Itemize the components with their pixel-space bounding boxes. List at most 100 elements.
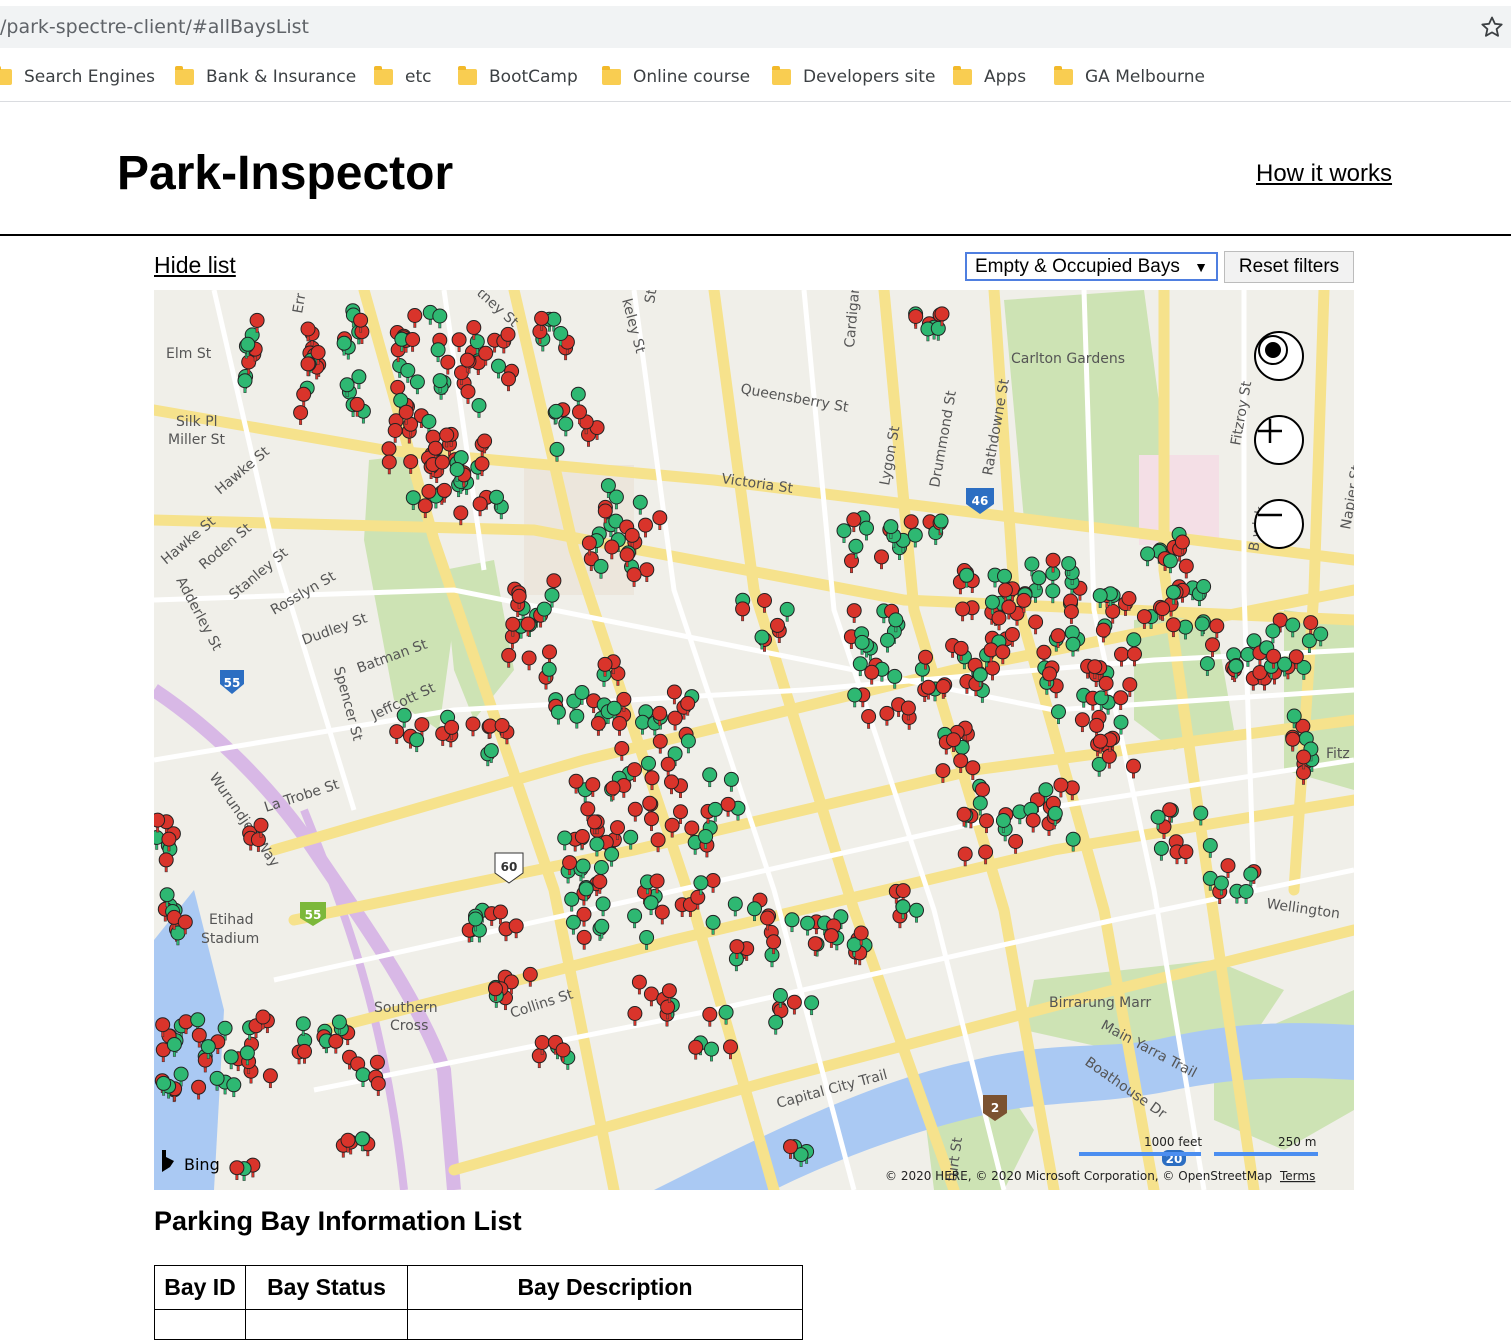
parking-bay-pin[interactable] xyxy=(847,687,863,708)
parking-bay-pin[interactable] xyxy=(879,705,895,726)
parking-bay-pin[interactable] xyxy=(295,1016,311,1036)
parking-bay-pin[interactable] xyxy=(440,354,456,375)
column-header-bay-status[interactable]: Bay Status xyxy=(245,1265,408,1310)
parking-bay-pin[interactable] xyxy=(1220,858,1236,878)
how-it-works-link[interactable]: How it works xyxy=(1256,160,1392,188)
column-header-bay-id[interactable]: Bay ID xyxy=(154,1265,246,1310)
parking-bay-pin[interactable] xyxy=(396,707,412,728)
zoom-in-button[interactable] xyxy=(1254,415,1304,465)
parking-bay-pin[interactable] xyxy=(569,708,585,729)
bookmark-bank-insurance[interactable]: Bank & Insurance xyxy=(175,64,356,90)
bookmark-apps[interactable]: Apps xyxy=(953,64,1026,90)
parking-bay-pin[interactable] xyxy=(565,914,581,935)
url-text[interactable]: /park-spectre-client/#allBaysList xyxy=(0,16,309,38)
parking-bay-pin[interactable] xyxy=(389,724,405,744)
parking-bay-pin[interactable] xyxy=(557,830,573,851)
parking-bay-pin[interactable] xyxy=(612,716,627,736)
parking-bay-pin[interactable] xyxy=(643,986,659,1007)
parking-bay-pin[interactable] xyxy=(1045,583,1061,604)
parking-bay-pin[interactable] xyxy=(859,520,874,541)
parking-bay-pin[interactable] xyxy=(955,601,971,622)
parking-bay-pin[interactable] xyxy=(453,505,469,526)
parking-bay-pin[interactable] xyxy=(409,732,425,753)
parking-bay-pin[interactable] xyxy=(154,812,166,833)
parking-bay-pin[interactable] xyxy=(1153,840,1169,861)
parking-bay-pin[interactable] xyxy=(786,994,802,1015)
parking-bay-pin[interactable] xyxy=(702,767,718,788)
parking-bay-pin[interactable] xyxy=(631,974,647,995)
parking-bay-pin[interactable] xyxy=(508,918,524,939)
reset-filters-button[interactable]: Reset filters xyxy=(1224,251,1354,283)
parking-bay-pin[interactable] xyxy=(223,1049,239,1070)
parking-bay-pin[interactable] xyxy=(666,684,682,705)
parking-bay-pin[interactable] xyxy=(594,918,610,939)
parking-bay-pin[interactable] xyxy=(370,1076,386,1096)
parking-bay-pin[interactable] xyxy=(576,929,592,950)
parking-bay-pin[interactable] xyxy=(501,371,516,392)
parking-bay-pin[interactable] xyxy=(293,405,309,425)
parking-bay-pin[interactable] xyxy=(632,494,648,515)
parking-bay-pin[interactable] xyxy=(652,733,668,754)
parking-bay-pin[interactable] xyxy=(1065,636,1081,657)
parking-bay-pin[interactable] xyxy=(779,601,795,622)
parking-bay-pin[interactable] xyxy=(407,308,423,328)
parking-bay-pin[interactable] xyxy=(723,771,739,792)
parking-bay-pin[interactable] xyxy=(764,947,780,968)
parking-bay-pin[interactable] xyxy=(590,716,606,736)
parking-bay-pin[interactable] xyxy=(639,562,655,582)
parking-bay-pin[interactable] xyxy=(807,936,823,956)
parking-bay-pin[interactable] xyxy=(644,811,659,831)
parking-bay-pin[interactable] xyxy=(158,852,174,873)
parking-bay-pin[interactable] xyxy=(654,904,670,925)
parking-bay-pin[interactable] xyxy=(1140,546,1156,567)
bookmark-bootcamp[interactable]: BootCamp xyxy=(458,64,578,90)
column-header-bay-description[interactable]: Bay Description xyxy=(407,1265,803,1310)
parking-bay-pin[interactable] xyxy=(1178,844,1194,865)
bookmark-search-engines[interactable]: Search Engines xyxy=(0,64,155,90)
parking-bay-pin[interactable] xyxy=(1265,623,1281,644)
parking-bay-pin[interactable] xyxy=(800,915,816,936)
parking-bay-pin[interactable] xyxy=(627,801,643,822)
parking-bay-pin[interactable] xyxy=(558,416,574,437)
parking-map[interactable]: Elm St Silk Pl Miller St Hawke St Hawke … xyxy=(154,290,1354,1190)
parking-bay-pin[interactable] xyxy=(531,1048,547,1069)
parking-bay-pin[interactable] xyxy=(660,756,676,777)
parking-bay-pin[interactable] xyxy=(1074,712,1090,733)
parking-bay-pin[interactable] xyxy=(550,704,566,725)
parking-bay-pin[interactable] xyxy=(237,373,253,393)
bookmark-developers-site[interactable]: Developers site xyxy=(772,64,935,90)
parking-bay-pin[interactable] xyxy=(909,902,924,923)
bookmark-star-icon[interactable] xyxy=(1480,15,1504,39)
parking-bay-pin[interactable] xyxy=(328,1033,344,1054)
parking-bay-pin[interactable] xyxy=(229,1160,245,1180)
parking-bay-pin[interactable] xyxy=(727,896,743,917)
parking-bay-pin[interactable] xyxy=(1113,714,1129,735)
parking-bay-pin[interactable] xyxy=(702,1006,718,1027)
parking-bay-pin[interactable] xyxy=(846,603,862,623)
parking-bay-pin[interactable] xyxy=(680,733,696,754)
parking-bay-pin[interactable] xyxy=(605,780,621,801)
zoom-out-button[interactable] xyxy=(1254,499,1304,549)
bay-filter-select[interactable]: Empty & Occupied Bays ▼ xyxy=(965,252,1218,281)
parking-bay-pin[interactable] xyxy=(405,332,421,352)
bookmark-etc[interactable]: etc xyxy=(374,64,431,90)
parking-bay-pin[interactable] xyxy=(296,386,312,407)
parking-bay-pin[interactable] xyxy=(688,1039,704,1060)
parking-bay-pin[interactable] xyxy=(226,1077,242,1098)
bookmark-online-course[interactable]: Online course xyxy=(602,64,750,90)
parking-bay-pin[interactable] xyxy=(1063,604,1079,624)
parking-bay-pin[interactable] xyxy=(957,846,973,867)
parking-bay-pin[interactable] xyxy=(880,632,895,653)
parking-bay-pin[interactable] xyxy=(482,718,498,739)
parking-bay-pin[interactable] xyxy=(493,904,508,925)
parking-bay-pin[interactable] xyxy=(768,1014,784,1035)
parking-bay-pin[interactable] xyxy=(432,308,448,329)
parking-bay-pin[interactable] xyxy=(409,374,425,395)
parking-bay-pin[interactable] xyxy=(638,517,653,538)
parking-bay-pin[interactable] xyxy=(707,801,723,822)
parking-bay-pin[interactable] xyxy=(667,710,683,731)
parking-bay-pin[interactable] xyxy=(1008,834,1024,854)
parking-bay-pin[interactable] xyxy=(460,384,476,404)
parking-bay-pin[interactable] xyxy=(564,891,580,912)
parking-bay-pin[interactable] xyxy=(991,610,1007,631)
